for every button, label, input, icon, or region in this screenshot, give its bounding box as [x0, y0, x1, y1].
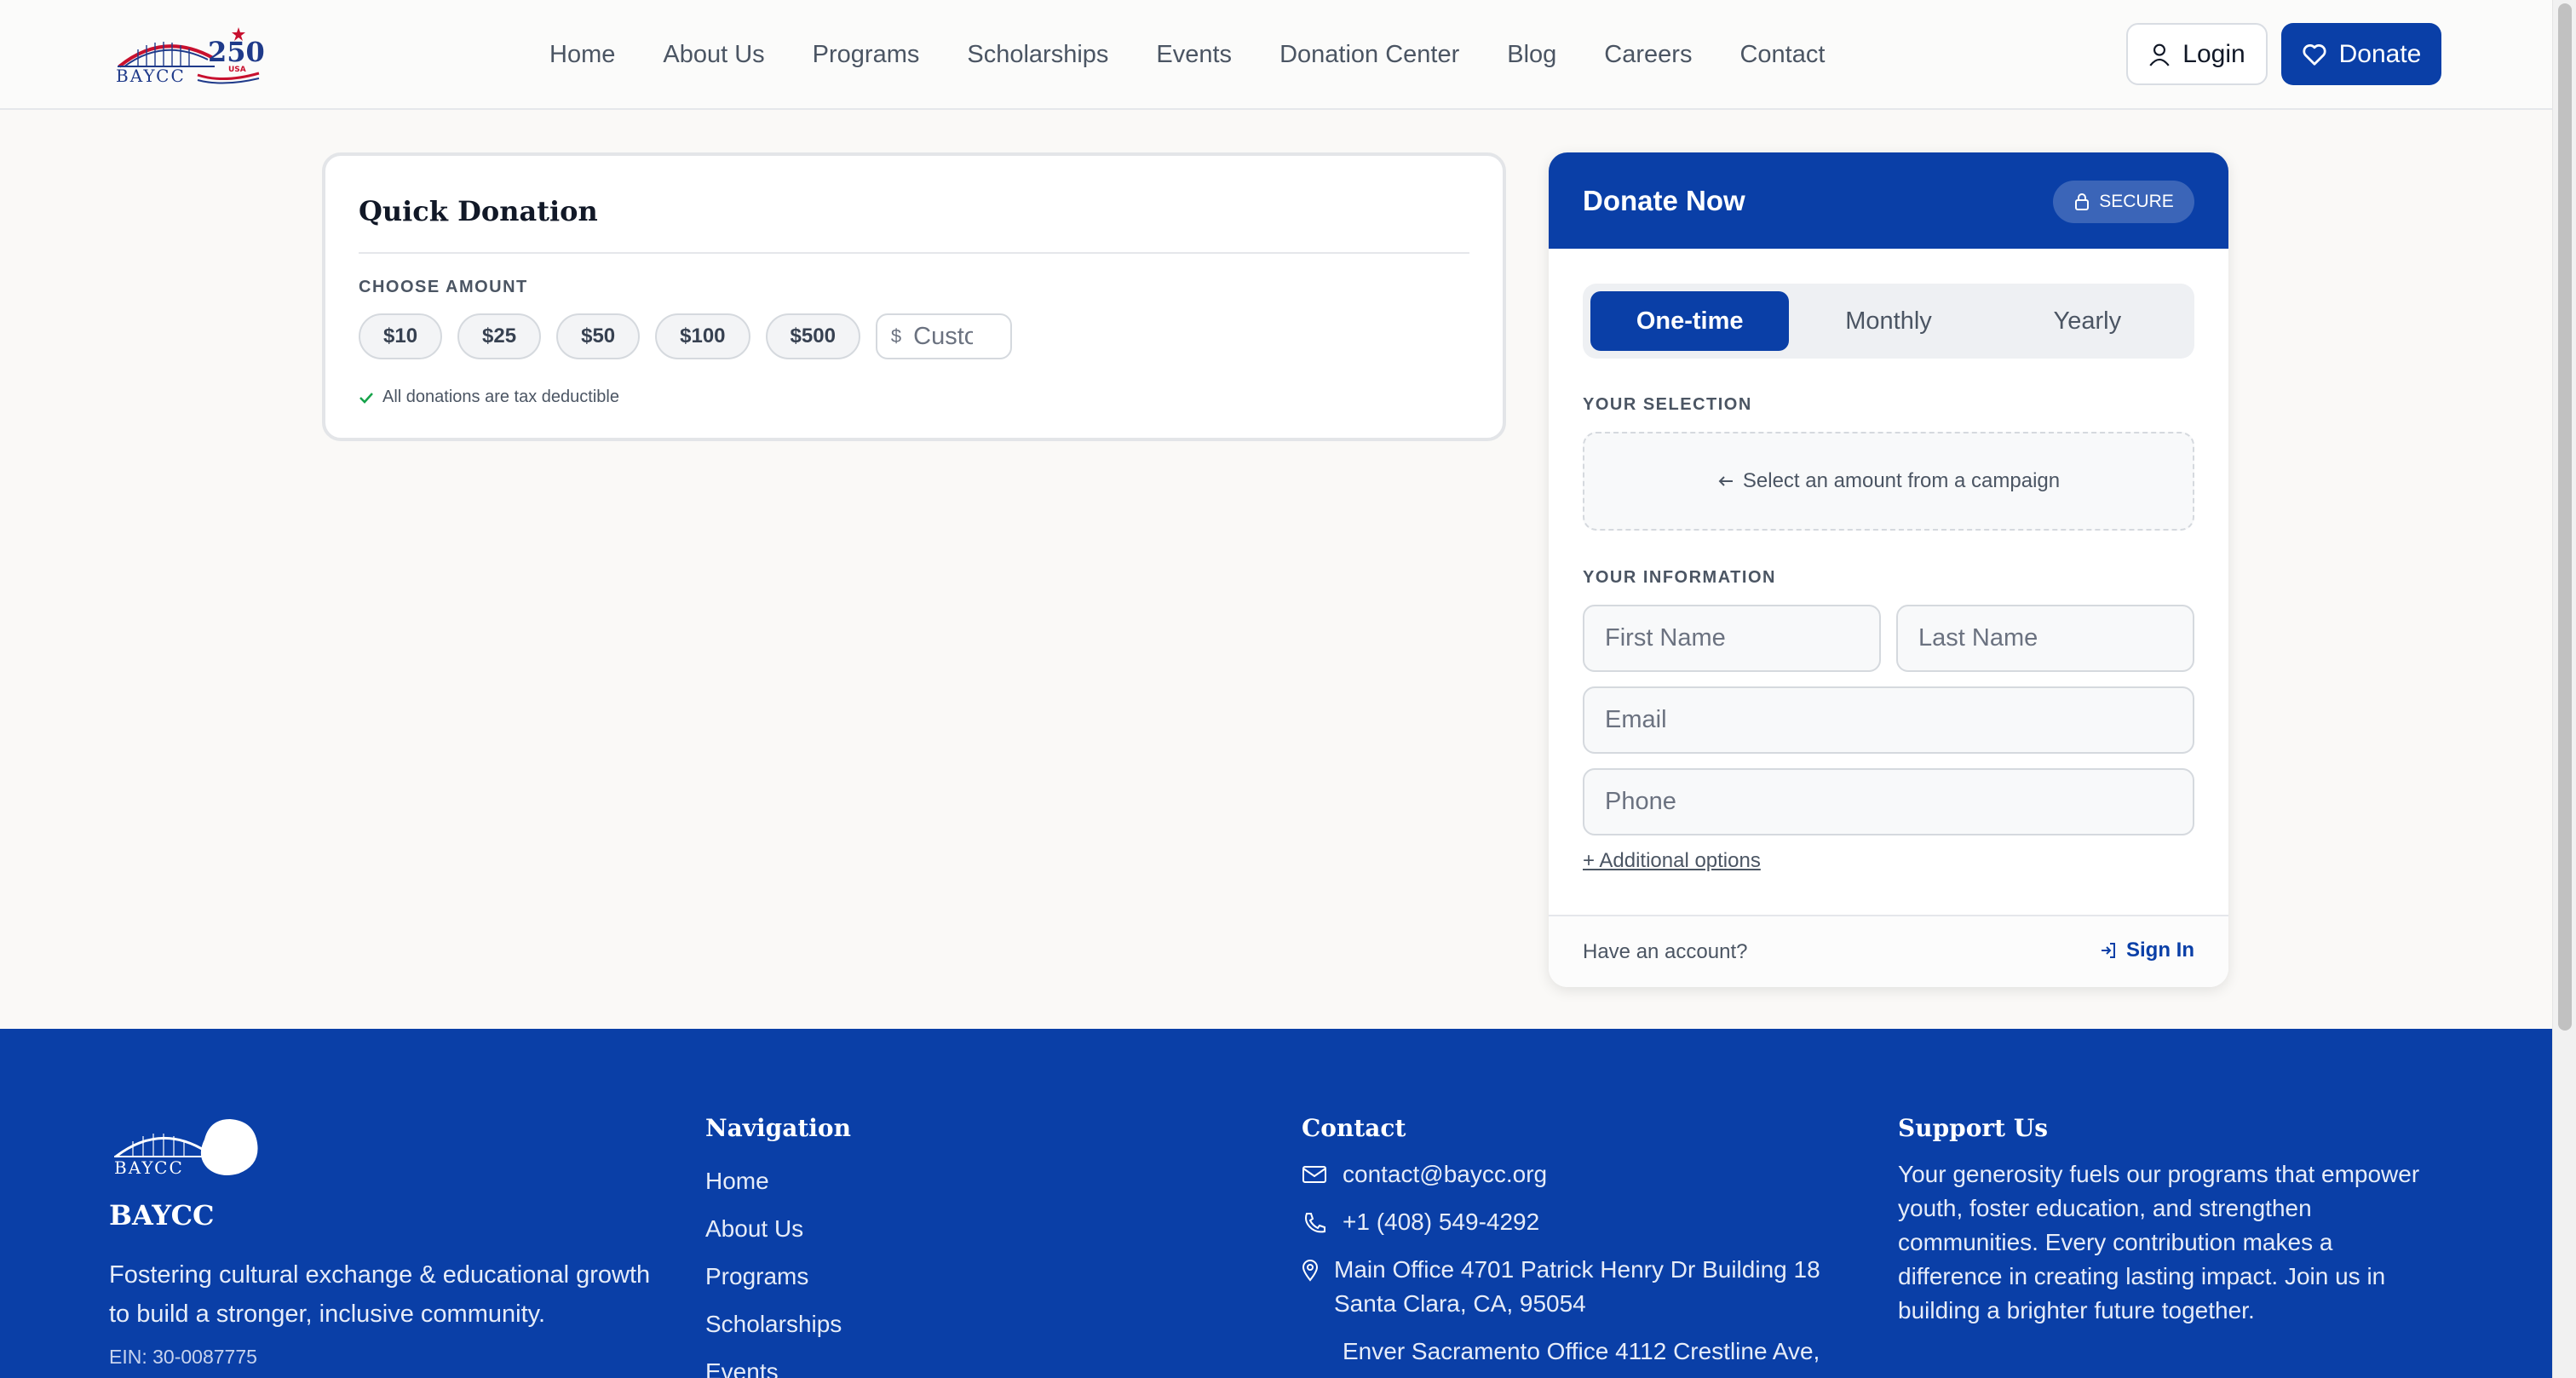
divider: [359, 252, 1469, 254]
footer-link-scholarships[interactable]: Scholarships: [705, 1300, 851, 1348]
phone-input[interactable]: [1583, 768, 2194, 835]
nav-blog[interactable]: Blog: [1507, 41, 1556, 69]
currency-symbol: $: [890, 325, 902, 347]
sign-in-link[interactable]: Sign In: [2099, 939, 2194, 962]
lock-icon: [2075, 193, 2090, 210]
site-footer: BAYCC BAYCC Fostering cultural exchange …: [0, 1029, 2552, 1378]
frequency-one-time[interactable]: One-time: [1590, 291, 1790, 351]
your-selection-label: YOUR SELECTION: [1583, 395, 1752, 414]
footer-phone[interactable]: +1 (408) 549-4292: [1302, 1205, 1845, 1239]
footer-ein: EIN: 30-0087775: [109, 1346, 257, 1368]
tax-note-text: All donations are tax deductible: [382, 388, 619, 406]
donate-button[interactable]: Donate: [2281, 23, 2441, 85]
footer-email[interactable]: contact@baycc.org: [1302, 1157, 1845, 1191]
footer-contact: Contact contact@baycc.org +1 (408) 549-4…: [1302, 1114, 1845, 1378]
amount-25-button[interactable]: $25: [457, 313, 542, 359]
footer-sacramento-office-text: Enver Sacramento Office 4112 Crestline A…: [1343, 1338, 1820, 1364]
quick-donation-title: Quick Donation: [359, 195, 598, 227]
frequency-yearly[interactable]: Yearly: [1988, 291, 2187, 351]
footer-support-text: Your generosity fuels our programs that …: [1898, 1161, 2420, 1323]
heart-icon: [2303, 43, 2326, 66]
tax-note: All donations are tax deductible: [359, 388, 619, 407]
email-input[interactable]: [1583, 686, 2194, 754]
login-label: Login: [2182, 39, 2245, 68]
choose-amount-label: CHOOSE AMOUNT: [359, 278, 528, 296]
footer-support: Support Us Your generosity fuels our pro…: [1898, 1114, 2426, 1328]
frequency-monthly[interactable]: Monthly: [1789, 291, 1987, 351]
mail-icon: [1302, 1166, 1326, 1183]
your-information-label: YOUR INFORMATION: [1583, 568, 1776, 587]
have-account-text: Have an account?: [1583, 940, 1748, 963]
first-name-input[interactable]: [1583, 605, 1881, 672]
donate-label: Donate: [2338, 39, 2422, 68]
svg-text:USA: USA: [228, 66, 246, 74]
frequency-selector: One-time Monthly Yearly: [1583, 284, 2194, 359]
bridge-logo-icon: 250 USA BAYCC: [116, 27, 265, 86]
footer-contact-heading: Contact: [1302, 1114, 1406, 1142]
selection-hint: Select an amount from a campaign: [1742, 469, 2061, 492]
donate-now-footer: Have an account? Sign In: [1549, 915, 2228, 987]
additional-options-link[interactable]: + Additional options: [1583, 849, 1761, 873]
footer-link-programs[interactable]: Programs: [705, 1253, 851, 1300]
map-pin-icon: [1302, 1260, 1319, 1282]
nav-home[interactable]: Home: [549, 41, 615, 69]
phone-icon: [1305, 1213, 1325, 1233]
custom-amount-input[interactable]: [913, 322, 974, 351]
footer-main-office-text: Main Office 4701 Patrick Henry Dr Buildi…: [1334, 1256, 1820, 1317]
nav-about-us[interactable]: About Us: [663, 41, 764, 69]
sign-in-label: Sign In: [2126, 939, 2194, 962]
custom-amount-field[interactable]: $: [875, 313, 1012, 359]
nav-scholarships[interactable]: Scholarships: [967, 41, 1108, 69]
footer-navigation-heading: Navigation: [705, 1114, 851, 1142]
footer-phone-text: +1 (408) 549-4292: [1343, 1209, 1540, 1235]
secure-badge: SECURE: [2053, 181, 2194, 223]
amount-50-button[interactable]: $50: [556, 313, 641, 359]
donate-now-title: Donate Now: [1583, 185, 1745, 216]
quick-donation-card: Quick Donation CHOOSE AMOUNT $10 $25 $50…: [322, 152, 1506, 441]
footer-link-events[interactable]: Events: [705, 1348, 851, 1378]
svg-text:BAYCC: BAYCC: [116, 66, 186, 86]
nav-careers[interactable]: Careers: [1604, 41, 1692, 69]
footer-email-text: contact@baycc.org: [1343, 1161, 1548, 1187]
selection-placeholder: Select an amount from a campaign: [1583, 432, 2194, 531]
svg-text:250: 250: [208, 36, 265, 68]
amount-100-button[interactable]: $100: [655, 313, 750, 359]
footer-navigation: Navigation Home About Us Programs Schola…: [705, 1114, 851, 1378]
nav-events[interactable]: Events: [1156, 41, 1232, 69]
footer-tagline: Fostering cultural exchange & educationa…: [109, 1261, 651, 1328]
page-scrollbar[interactable]: [2552, 0, 2576, 1378]
baycc-logo[interactable]: 250 USA BAYCC: [112, 24, 266, 89]
footer-link-home[interactable]: Home: [705, 1157, 851, 1205]
main-nav: Home About Us Programs Scholarships Even…: [549, 0, 1872, 110]
footer-sacramento-office: Enver Sacramento Office 4112 Crestline A…: [1302, 1335, 1845, 1369]
last-name-input[interactable]: [1896, 605, 2194, 672]
footer-logo-icon: BAYCC: [114, 1119, 258, 1178]
site-header: 250 USA BAYCC Home About Us Programs Sch…: [0, 0, 2552, 110]
nav-contact[interactable]: Contact: [1739, 41, 1825, 69]
scrollbar-thumb[interactable]: [2558, 3, 2572, 1031]
check-icon: [359, 392, 373, 404]
amount-10-button[interactable]: $10: [359, 313, 443, 359]
arrow-left-icon: [1718, 476, 1733, 486]
user-icon: [2149, 43, 2170, 66]
login-button[interactable]: Login: [2126, 23, 2268, 85]
amount-500-button[interactable]: $500: [765, 313, 860, 359]
footer-link-about-us[interactable]: About Us: [705, 1205, 851, 1253]
donate-now-card: Donate Now SECURE One-time Monthly Yearl…: [1549, 152, 2228, 987]
footer-support-heading: Support Us: [1898, 1114, 2049, 1142]
footer-brand: BAYCC: [109, 1199, 215, 1232]
amount-options: $10 $25 $50 $100 $500 $: [359, 313, 1012, 359]
sign-in-icon: [2102, 943, 2115, 958]
nav-donation-center[interactable]: Donation Center: [1279, 41, 1459, 69]
footer-main-office: Main Office 4701 Patrick Henry Dr Buildi…: [1302, 1253, 1845, 1321]
nav-programs[interactable]: Programs: [813, 41, 920, 69]
svg-text:BAYCC: BAYCC: [114, 1157, 184, 1178]
secure-label: SECURE: [2099, 192, 2174, 211]
donate-now-header: Donate Now SECURE: [1549, 152, 2228, 249]
